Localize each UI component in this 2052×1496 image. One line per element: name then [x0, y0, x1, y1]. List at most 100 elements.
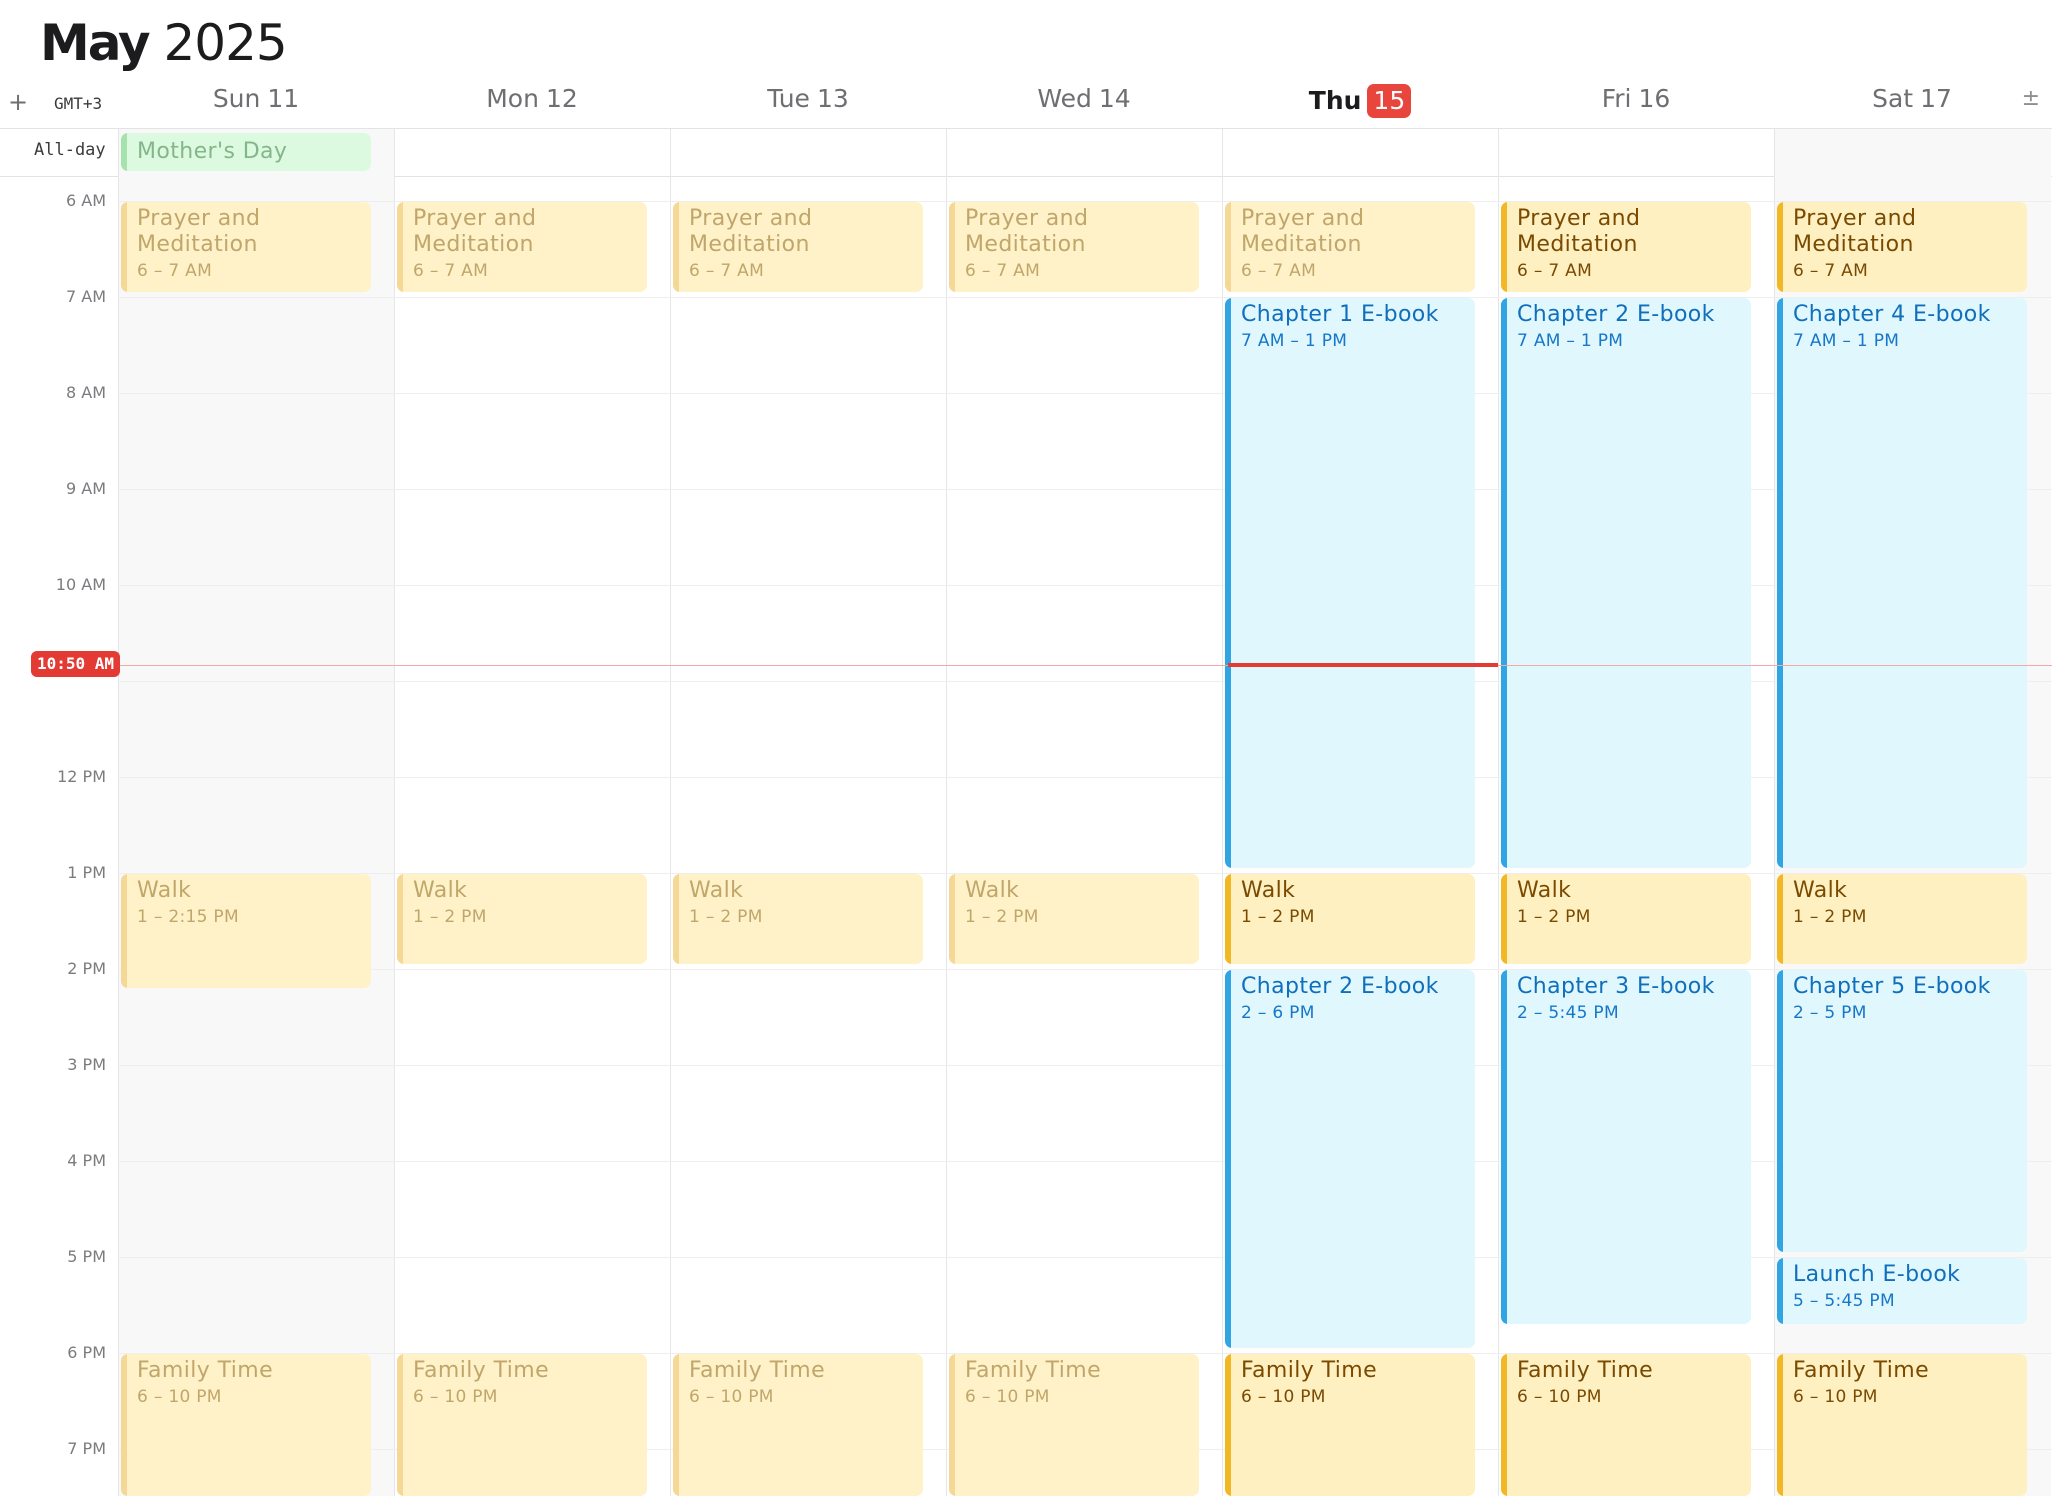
event-title: Prayer and Meditation: [1517, 206, 1641, 257]
calendar-event[interactable]: Launch E-book 5 – 5:45 PM: [1777, 1258, 2027, 1324]
day-name: Sat: [1872, 84, 1914, 113]
calendar-event[interactable]: Walk 1 – 2 PM: [397, 874, 647, 964]
calendar-event[interactable]: Walk 1 – 2 PM: [949, 874, 1199, 964]
time-label: 1 PM: [67, 863, 106, 882]
time-label: 5 PM: [67, 1247, 106, 1266]
day-name: Mon: [486, 84, 539, 113]
event-time: 6 – 7 AM: [137, 261, 213, 281]
calendar-event[interactable]: Walk 1 – 2 PM: [1501, 874, 1751, 964]
today-date-badge: 15: [1367, 84, 1412, 118]
hour-gridline: [118, 489, 2052, 490]
calendar-event[interactable]: Chapter 2 E-book 7 AM – 1 PM: [1501, 298, 1751, 868]
day-number: 17: [1920, 84, 1952, 113]
calendar-event[interactable]: Prayer and Meditation 6 – 7 AM: [1225, 202, 1475, 292]
calendar-event[interactable]: Family Time 6 – 10 PM: [1501, 1354, 1751, 1496]
day-header-sat[interactable]: Sat 17: [1774, 84, 2050, 116]
allday-label: All-day: [34, 140, 106, 160]
calendar-event[interactable]: Family Time 6 – 10 PM: [949, 1354, 1199, 1496]
day-column-tue[interactable]: [670, 129, 947, 1496]
hour-gridline: [118, 969, 2052, 970]
calendar-event[interactable]: Walk 1 – 2 PM: [673, 874, 923, 964]
calendar-event[interactable]: Prayer and Meditation 6 – 7 AM: [397, 202, 647, 292]
current-time-badge: 10:50 AM: [31, 651, 121, 677]
event-title: Family Time: [965, 1358, 1102, 1383]
event-title: Family Time: [413, 1358, 550, 1383]
time-label: 8 AM: [65, 383, 106, 402]
event-title: Chapter 2 E-book: [1517, 302, 1715, 327]
event-time: 6 – 10 PM: [413, 1387, 498, 1407]
allday-event[interactable]: Mother's Day: [121, 133, 371, 171]
calendar-event[interactable]: Family Time 6 – 10 PM: [121, 1354, 371, 1496]
calendar-event[interactable]: Chapter 5 E-book 2 – 5 PM: [1777, 970, 2027, 1252]
calendar-event[interactable]: Chapter 1 E-book 7 AM – 1 PM: [1225, 298, 1475, 868]
calendar-event[interactable]: Prayer and Meditation 6 – 7 AM: [121, 202, 371, 292]
day-name: Wed: [1037, 84, 1092, 113]
day-name: Thu: [1308, 86, 1362, 115]
calendar-event[interactable]: Family Time 6 – 10 PM: [1225, 1354, 1475, 1496]
calendar-event[interactable]: Chapter 2 E-book 2 – 6 PM: [1225, 970, 1475, 1348]
event-time: 6 – 7 AM: [689, 261, 765, 281]
day-header-tue[interactable]: Tue 13: [670, 84, 946, 116]
calendar-event[interactable]: Family Time 6 – 10 PM: [673, 1354, 923, 1496]
time-label: 4 PM: [67, 1151, 106, 1170]
calendar-event[interactable]: Family Time 6 – 10 PM: [397, 1354, 647, 1496]
time-label: 6 PM: [67, 1343, 106, 1362]
calendar-event[interactable]: Family Time 6 – 10 PM: [1777, 1354, 2027, 1496]
day-name: Tue: [767, 84, 810, 113]
hour-gridline: [118, 1257, 2052, 1258]
event-time: 7 AM – 1 PM: [1517, 331, 1624, 351]
calendar-event[interactable]: Walk 1 – 2 PM: [1777, 874, 2027, 964]
hour-gridline: [118, 681, 2052, 682]
day-number: 11: [267, 84, 300, 113]
event-time: 6 – 10 PM: [1793, 1387, 1878, 1407]
current-time-today-marker: [1228, 662, 1498, 667]
day-name: Fri: [1601, 84, 1632, 113]
event-title: Family Time: [1241, 1358, 1378, 1383]
day-header-wed[interactable]: Wed 14: [946, 84, 1222, 116]
event-time: 5 – 5:45 PM: [1793, 1291, 1895, 1311]
event-time: 6 – 7 AM: [1793, 261, 1869, 281]
event-time: 6 – 7 AM: [413, 261, 489, 281]
event-title: Prayer and Meditation: [413, 206, 537, 257]
calendar-event[interactable]: Prayer and Meditation 6 – 7 AM: [1501, 202, 1751, 292]
time-label: 10 AM: [55, 575, 106, 594]
event-time: 6 – 10 PM: [965, 1387, 1050, 1407]
event-title: Family Time: [689, 1358, 826, 1383]
time-label: 3 PM: [67, 1055, 106, 1074]
event-title: Family Time: [1517, 1358, 1654, 1383]
event-time: 7 AM – 1 PM: [1241, 331, 1348, 351]
day-number: 12: [545, 84, 578, 113]
day-column-sun[interactable]: [118, 129, 395, 1496]
day-header-mon[interactable]: Mon 12: [394, 84, 670, 116]
day-header-fri[interactable]: Fri 16: [1498, 84, 1774, 116]
day-header-thu[interactable]: Thu 15: [1222, 84, 1498, 118]
calendar-event[interactable]: Walk 1 – 2:15 PM: [121, 874, 371, 988]
add-event-button[interactable]: +: [8, 88, 28, 116]
calendar-event[interactable]: Prayer and Meditation 6 – 7 AM: [673, 202, 923, 292]
calendar-event[interactable]: Prayer and Meditation 6 – 7 AM: [949, 202, 1199, 292]
day-header-sun[interactable]: Sun 11: [118, 84, 394, 116]
event-time: 2 – 5:45 PM: [1517, 1003, 1619, 1023]
event-title: Chapter 2 E-book: [1241, 974, 1439, 999]
event-title: Prayer and Meditation: [137, 206, 261, 257]
event-title: Prayer and Meditation: [689, 206, 813, 257]
event-time: 1 – 2 PM: [1517, 907, 1591, 927]
calendar-event[interactable]: Prayer and Meditation 6 – 7 AM: [1777, 202, 2027, 292]
event-time: 6 – 10 PM: [1241, 1387, 1326, 1407]
event-title: Launch E-book: [1793, 1262, 1961, 1287]
day-column-mon[interactable]: [394, 129, 671, 1496]
calendar-event[interactable]: Walk 1 – 2 PM: [1225, 874, 1475, 964]
event-time: 6 – 7 AM: [1517, 261, 1593, 281]
event-time: 2 – 6 PM: [1241, 1003, 1315, 1023]
event-time: 1 – 2 PM: [965, 907, 1039, 927]
hour-gridline: [118, 777, 2052, 778]
event-title: Chapter 3 E-book: [1517, 974, 1715, 999]
calendar-event[interactable]: Chapter 3 E-book 2 – 5:45 PM: [1501, 970, 1751, 1324]
hour-gridline: [118, 297, 2052, 298]
event-title: Walk: [413, 878, 468, 903]
event-time: 1 – 2 PM: [1793, 907, 1867, 927]
calendar-event[interactable]: Chapter 4 E-book 7 AM – 1 PM: [1777, 298, 2027, 868]
page-title: May 2025: [40, 14, 288, 72]
day-column-wed[interactable]: [946, 129, 1223, 1496]
day-number: 16: [1638, 84, 1671, 113]
